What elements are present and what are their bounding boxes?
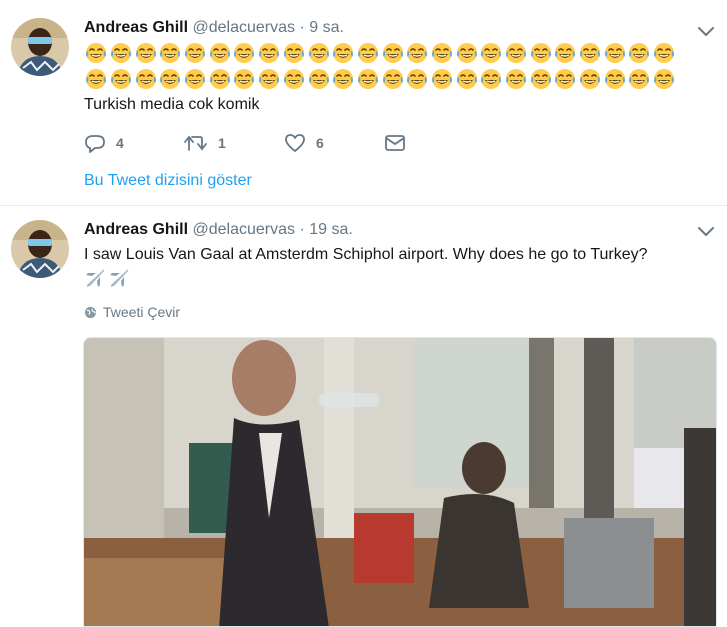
envelope-icon bbox=[385, 135, 405, 151]
heart-icon bbox=[285, 134, 305, 152]
tears-of-joy-icon bbox=[331, 41, 356, 65]
tears-of-joy-icon bbox=[133, 41, 158, 65]
direct-message-button[interactable] bbox=[384, 132, 484, 154]
tears-of-joy-icon bbox=[528, 67, 553, 91]
tears-of-joy-icon bbox=[306, 41, 331, 65]
tears-of-joy-icon bbox=[479, 41, 504, 65]
tears-of-joy-icon bbox=[454, 41, 479, 65]
tweet-actions: 4 1 6 bbox=[84, 132, 484, 154]
tears-of-joy-icon bbox=[553, 67, 578, 91]
tears-of-joy-icon bbox=[158, 67, 183, 91]
tears-of-joy-icon bbox=[652, 41, 677, 65]
tears-of-joy-icon bbox=[257, 67, 282, 91]
author-handle[interactable]: @delacuervas bbox=[192, 221, 295, 238]
chevron-down-icon[interactable] bbox=[697, 25, 715, 37]
tweet-time[interactable]: 19 sa. bbox=[309, 221, 353, 238]
tears-of-joy-icon bbox=[528, 41, 553, 65]
author-name[interactable]: Andreas Ghill bbox=[84, 19, 188, 36]
tears-of-joy-icon bbox=[356, 67, 381, 91]
avatar[interactable] bbox=[11, 220, 69, 278]
tears-of-joy-icon bbox=[627, 67, 652, 91]
globe-icon bbox=[84, 306, 97, 318]
tears-of-joy-icon bbox=[479, 67, 504, 91]
tears-of-joy-icon bbox=[306, 67, 331, 91]
tears-of-joy-icon bbox=[504, 67, 529, 91]
translate-label: Tweeti Çevir bbox=[103, 304, 181, 320]
retweet-button[interactable]: 1 bbox=[184, 132, 284, 154]
tears-of-joy-icon bbox=[183, 67, 208, 91]
tweet-text: I saw Louis Van Gaal at Amsterdm Schipho… bbox=[84, 246, 648, 263]
tears-of-joy-icon bbox=[430, 41, 455, 65]
emoji-row bbox=[84, 41, 704, 65]
like-count: 6 bbox=[316, 135, 324, 151]
tweet-text: Turkish media cok komik bbox=[84, 96, 260, 113]
emoji-grid bbox=[84, 41, 704, 93]
tears-of-joy-icon bbox=[183, 41, 208, 65]
tears-of-joy-icon bbox=[553, 41, 578, 65]
tears-of-joy-icon bbox=[652, 67, 677, 91]
translate-tweet-button[interactable]: Tweeti Çevir bbox=[84, 304, 180, 320]
show-thread-link[interactable]: Bu Tweet dizisini göster bbox=[84, 172, 252, 190]
tweet-1[interactable]: Andreas Ghill @delacuervas · 9 sa. Turki… bbox=[0, 0, 727, 206]
author-handle[interactable]: @delacuervas bbox=[192, 19, 295, 36]
planes-emoji bbox=[84, 267, 132, 294]
tears-of-joy-icon bbox=[109, 41, 134, 65]
tears-of-joy-icon bbox=[430, 67, 455, 91]
tears-of-joy-icon bbox=[454, 67, 479, 91]
tears-of-joy-icon bbox=[331, 67, 356, 91]
airplane-icon bbox=[108, 267, 130, 294]
tears-of-joy-icon bbox=[282, 41, 307, 65]
tears-of-joy-icon bbox=[405, 67, 430, 91]
tweet-header: Andreas Ghill @delacuervas · 9 sa. bbox=[84, 19, 344, 37]
reply-icon bbox=[85, 135, 105, 153]
tweet-time[interactable]: 9 sa. bbox=[309, 19, 344, 36]
reply-count: 4 bbox=[116, 135, 124, 151]
tears-of-joy-icon bbox=[405, 41, 430, 65]
tweet-header: Andreas Ghill @delacuervas · 19 sa. bbox=[84, 221, 353, 239]
retweet-count: 1 bbox=[218, 135, 226, 151]
tears-of-joy-icon bbox=[356, 41, 381, 65]
reply-button[interactable]: 4 bbox=[84, 132, 184, 154]
tears-of-joy-icon bbox=[84, 67, 109, 91]
chevron-down-icon[interactable] bbox=[697, 225, 715, 237]
tears-of-joy-icon bbox=[84, 41, 109, 65]
tears-of-joy-icon bbox=[207, 67, 232, 91]
tears-of-joy-icon bbox=[380, 41, 405, 65]
tears-of-joy-icon bbox=[282, 67, 307, 91]
tears-of-joy-icon bbox=[504, 41, 529, 65]
airplane-icon bbox=[84, 267, 106, 294]
tears-of-joy-icon bbox=[602, 67, 627, 91]
tears-of-joy-icon bbox=[232, 67, 257, 91]
tweet-photo[interactable] bbox=[83, 337, 717, 627]
tears-of-joy-icon bbox=[109, 67, 134, 91]
tears-of-joy-icon bbox=[602, 41, 627, 65]
separator-dot: · bbox=[299, 19, 305, 36]
tears-of-joy-icon bbox=[380, 67, 405, 91]
tears-of-joy-icon bbox=[158, 41, 183, 65]
tweet-2[interactable]: Andreas Ghill @delacuervas · 19 sa. I sa… bbox=[0, 207, 727, 627]
separator-dot: · bbox=[299, 221, 305, 238]
like-button[interactable]: 6 bbox=[284, 132, 384, 154]
tears-of-joy-icon bbox=[207, 41, 232, 65]
avatar[interactable] bbox=[11, 18, 69, 76]
tears-of-joy-icon bbox=[578, 67, 603, 91]
retweet-icon bbox=[184, 135, 207, 151]
tears-of-joy-icon bbox=[232, 41, 257, 65]
emoji-row bbox=[84, 67, 704, 91]
tears-of-joy-icon bbox=[627, 41, 652, 65]
author-name[interactable]: Andreas Ghill bbox=[84, 221, 188, 238]
tears-of-joy-icon bbox=[578, 41, 603, 65]
tears-of-joy-icon bbox=[257, 41, 282, 65]
tears-of-joy-icon bbox=[133, 67, 158, 91]
